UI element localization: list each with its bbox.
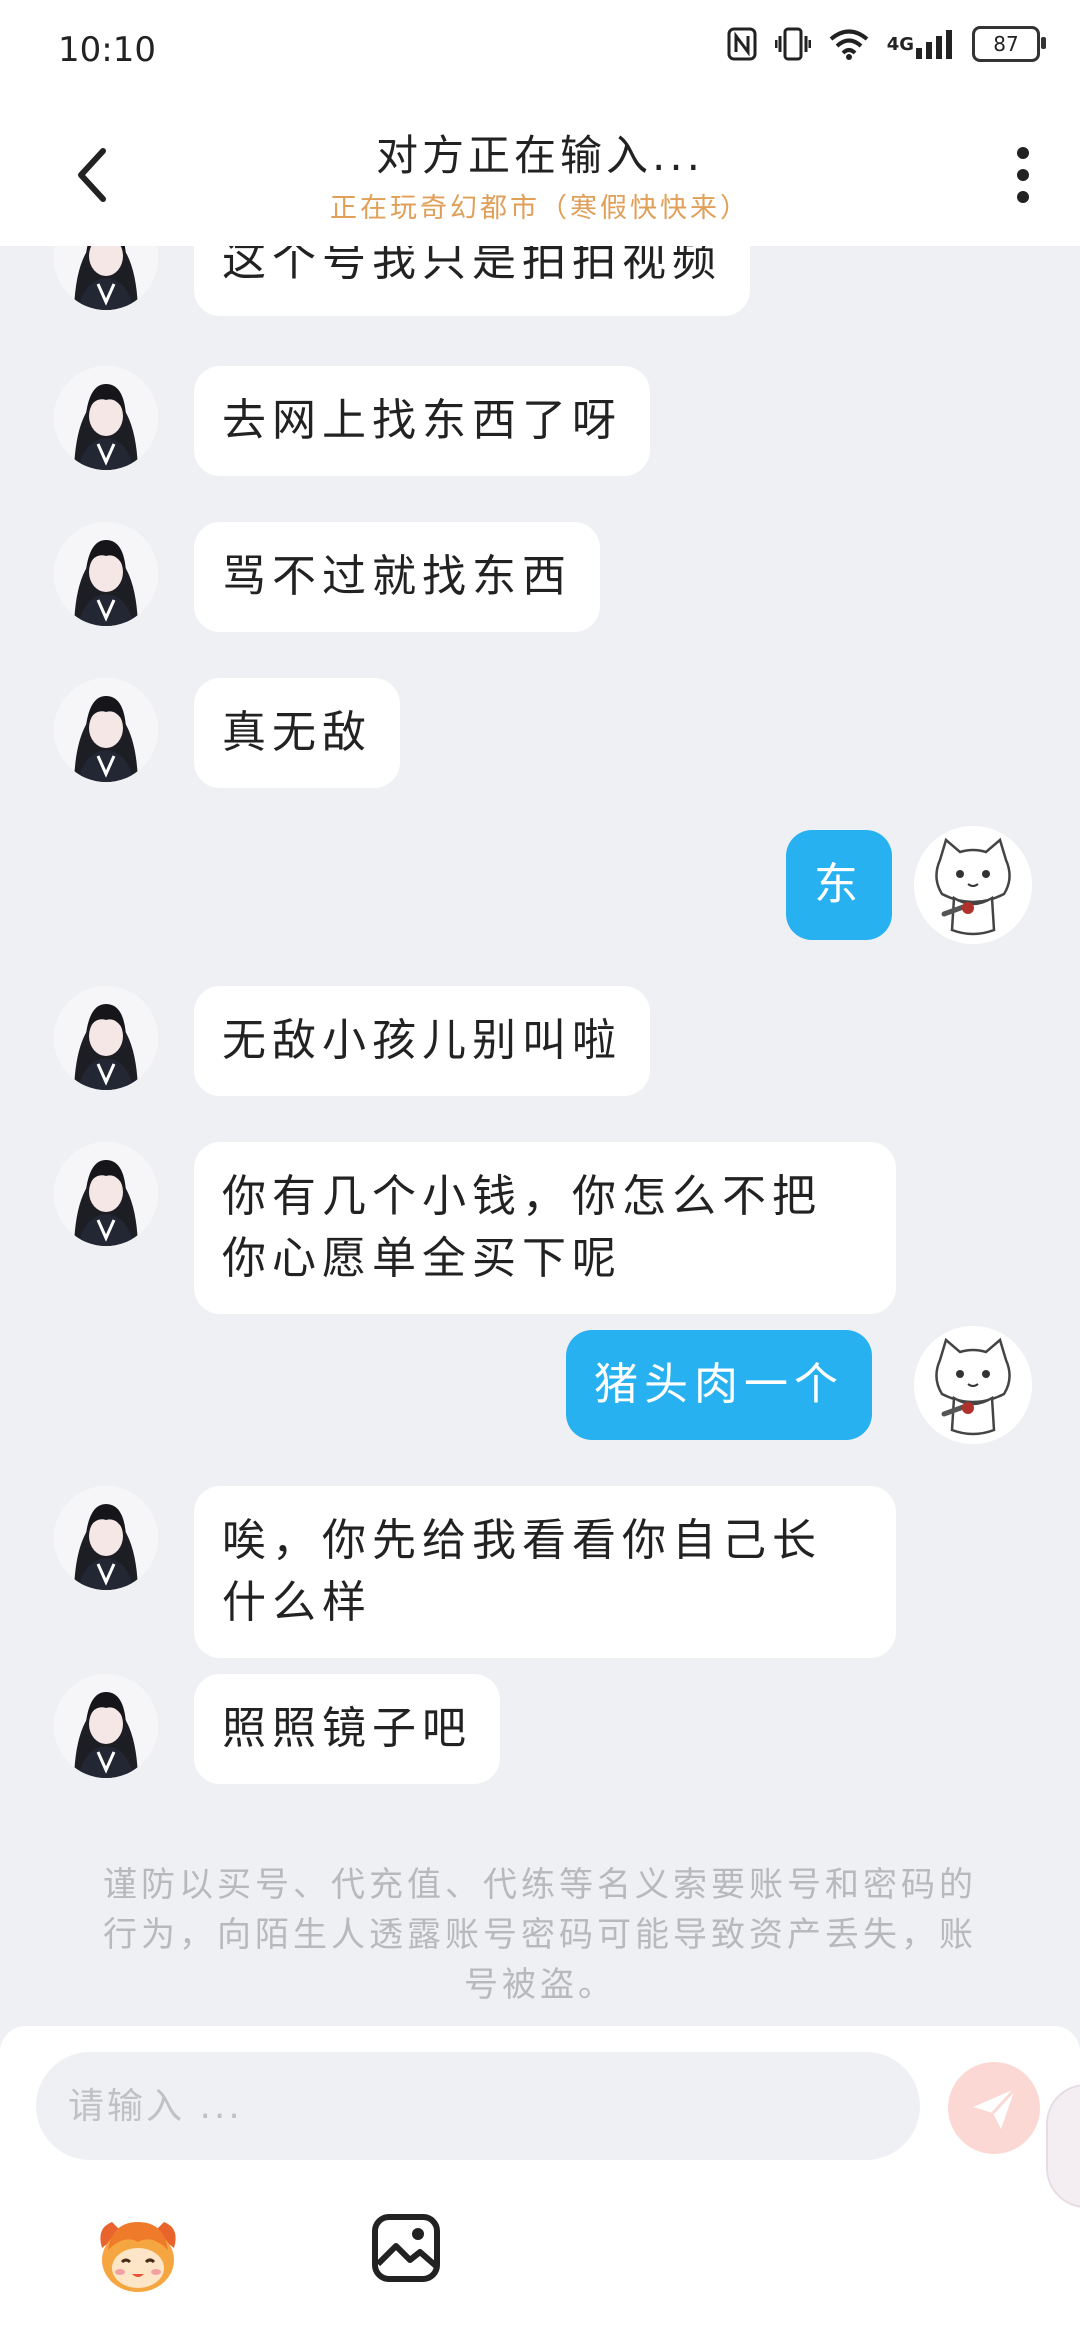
user-avatar[interactable] xyxy=(914,826,1032,944)
message-bubble[interactable]: 真无敌 xyxy=(194,678,400,788)
emoji-sticker-icon xyxy=(100,2222,176,2292)
safety-notice: 谨防以买号、代充值、代练等名义索要账号和密码的行为，向陌生人透露账号密码可能导致… xyxy=(103,1865,977,2005)
contact-avatar[interactable] xyxy=(54,1486,158,1590)
chat-header: 对方正在输入... 正在玩奇幻都市（寒假快快来） xyxy=(0,100,1080,246)
battery-level: 87 xyxy=(993,32,1019,56)
message-bubble[interactable]: 这个号我只是拍拍视频 xyxy=(194,246,750,316)
contact-avatar[interactable] xyxy=(54,1142,158,1246)
message-bubble[interactable]: 唉，你先给我看看你自己长什么样 xyxy=(194,1486,896,1658)
contact-avatar[interactable] xyxy=(54,678,158,782)
chat-title: 对方正在输入... xyxy=(375,131,705,180)
side-floating-tab[interactable] xyxy=(1046,2084,1080,2208)
contact-avatar[interactable] xyxy=(54,986,158,1090)
image-icon xyxy=(372,2214,440,2282)
vibrate-icon xyxy=(774,27,811,61)
chat-area[interactable]: 这个号我只是拍拍视频 去网上找东西了呀 骂不过就找东西 真无敌 东 无敌小孩儿别… xyxy=(0,246,1080,2026)
status-icons: 4G 87 xyxy=(727,26,1046,62)
message-bubble[interactable]: 骂不过就找东西 xyxy=(194,522,600,632)
signal-icon: 4G xyxy=(887,28,954,60)
send-button[interactable] xyxy=(948,2062,1040,2154)
status-time: 10:10 xyxy=(58,30,156,70)
contact-avatar[interactable] xyxy=(54,522,158,626)
network-type: 4G xyxy=(886,33,914,55)
message-bubble[interactable]: 去网上找东西了呀 xyxy=(194,366,650,476)
contact-avatar[interactable] xyxy=(54,1674,158,1778)
battery-icon: 87 xyxy=(972,26,1046,62)
message-bubble-self[interactable]: 猪头肉一个 xyxy=(566,1330,872,1440)
status-bar: 10:10 4G 87 xyxy=(0,0,1080,100)
message-bubble[interactable]: 你有几个小钱，你怎么不把你心愿单全买下呢 xyxy=(194,1142,896,1314)
message-bubble[interactable]: 照照镜子吧 xyxy=(194,1674,500,1784)
contact-avatar[interactable] xyxy=(54,246,158,310)
contact-avatar[interactable] xyxy=(54,366,158,470)
nfc-icon xyxy=(727,27,757,61)
message-composer xyxy=(0,2026,1080,2340)
message-bubble-self[interactable]: 东 xyxy=(786,830,892,940)
user-avatar[interactable] xyxy=(914,1326,1032,1444)
more-vertical-icon xyxy=(1017,147,1029,203)
chat-subtitle: 正在玩奇幻都市（寒假快快来） xyxy=(330,193,750,224)
message-input[interactable] xyxy=(36,2052,920,2160)
message-bubble[interactable]: 无敌小孩儿别叫啦 xyxy=(194,986,650,1096)
more-menu-button[interactable] xyxy=(988,140,1058,210)
image-button[interactable] xyxy=(370,2212,442,2284)
wifi-icon xyxy=(829,28,869,60)
send-icon xyxy=(973,2087,1017,2129)
emoji-sticker-button[interactable] xyxy=(92,2208,184,2300)
